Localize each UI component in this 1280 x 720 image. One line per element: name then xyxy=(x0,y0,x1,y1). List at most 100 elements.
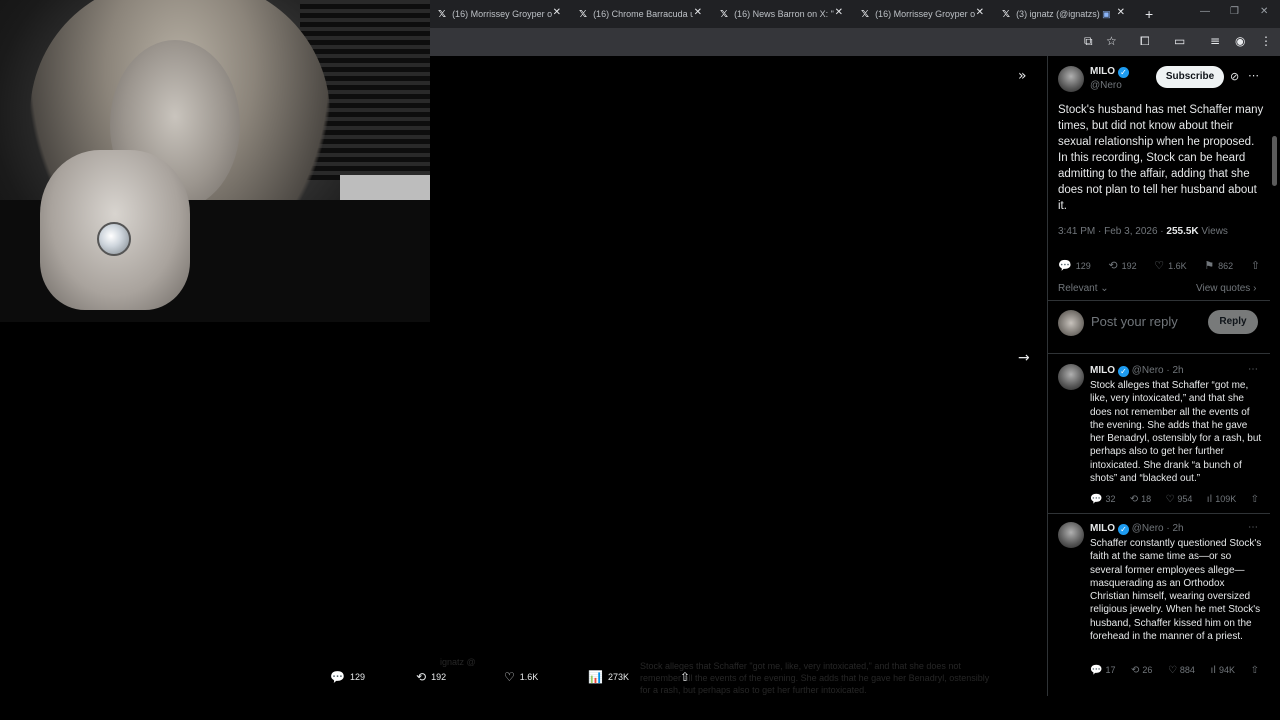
reply-author-name: MILO xyxy=(1090,365,1115,376)
reply-stat[interactable]: 💬 129 xyxy=(1058,259,1091,272)
views-label: Views xyxy=(1198,226,1228,237)
reply-action[interactable]: 💬 129 xyxy=(330,670,416,684)
tab-close-icon[interactable]: ✕ xyxy=(835,7,843,18)
reply-stat[interactable]: 💬 32 xyxy=(1090,494,1115,505)
more-icon[interactable]: ⋯ xyxy=(1248,364,1258,375)
reply-author-name: MILO xyxy=(1090,523,1115,534)
media-controls-icon[interactable]: ≡ xyxy=(1210,34,1220,48)
repost-count: 18 xyxy=(1141,494,1152,504)
browser-tab[interactable]: 𝕏 (16) News Barron on X: "E ✕ xyxy=(712,0,853,28)
author-handle[interactable]: @Nero xyxy=(1090,80,1122,91)
x-logo-icon: 𝕏 xyxy=(579,8,588,20)
bookmark-stat[interactable]: ⚑ 862 xyxy=(1204,259,1233,272)
minimize-icon[interactable]: — xyxy=(1200,6,1210,17)
tweet-side-panel: MILO ✓ @Nero Subscribe ⊘ ⋯ Stock's husban… xyxy=(1047,56,1270,696)
browser-tab[interactable]: 𝕏 (16) Morrissey Groyper on ✕ xyxy=(430,0,571,28)
avatar[interactable] xyxy=(1058,66,1084,92)
share-stat[interactable]: ⇧ xyxy=(1251,259,1264,272)
new-tab-button[interactable]: + xyxy=(1145,6,1153,22)
x-logo-icon: 𝕏 xyxy=(1002,8,1011,20)
repost-count: 192 xyxy=(431,672,447,682)
more-icon[interactable]: ⋯ xyxy=(1248,69,1259,82)
scrollbar[interactable] xyxy=(1270,56,1280,696)
author-name-text: MILO xyxy=(1090,66,1115,77)
reply-button[interactable]: Reply xyxy=(1208,310,1258,334)
maximize-icon[interactable]: ❐ xyxy=(1230,6,1239,17)
reply-icon: 💬 xyxy=(1090,494,1103,505)
user-avatar[interactable] xyxy=(1058,310,1084,336)
browser-tab[interactable]: 𝕏 (16) Chrome Barracuda u ✕ xyxy=(571,0,712,28)
media-viewer[interactable]: » → ignatz @ Stock alleges that Schaffer… xyxy=(430,56,1046,696)
tab-title: (16) News Barron on X: "E xyxy=(734,9,835,19)
collapse-panel-icon[interactable]: » xyxy=(1018,68,1027,84)
share-stat[interactable]: ⇧ xyxy=(1251,494,1262,505)
like-action[interactable]: ♡ 1.6K xyxy=(504,670,588,684)
views-action[interactable]: 📊 273K xyxy=(588,670,680,684)
reply-stat[interactable]: 💬 17 xyxy=(1090,665,1115,676)
scrollbar-thumb[interactable] xyxy=(1272,136,1277,186)
media-playing-icon[interactable]: ▣ xyxy=(1102,9,1111,20)
view-quotes-label: View quotes xyxy=(1196,283,1251,294)
browser-toolbar: ⧉ ☆ ⧠ ▭ ≡ ◉ ⋮ xyxy=(430,28,1280,56)
like-icon: ♡ xyxy=(1154,259,1165,272)
like-icon: ♡ xyxy=(1165,494,1175,505)
repost-count: 192 xyxy=(1121,261,1137,271)
tab-close-icon[interactable]: ✕ xyxy=(553,7,561,18)
cast-icon[interactable]: ▭ xyxy=(1174,34,1185,48)
author-name[interactable]: MILO ✓ xyxy=(1090,66,1129,78)
reply-author[interactable]: MILO ✓ @Nero · 2h xyxy=(1090,523,1184,535)
extensions-icon[interactable]: ⧠ xyxy=(1140,34,1150,49)
reply-meta: @Nero · 2h xyxy=(1131,365,1184,376)
reply-author[interactable]: MILO ✓ @Nero · 2h xyxy=(1090,365,1184,377)
more-icon[interactable]: ⋯ xyxy=(1248,522,1258,533)
view-quotes-link[interactable]: View quotes › xyxy=(1196,283,1256,294)
divider xyxy=(1048,513,1270,514)
like-stat[interactable]: ♡ 884 xyxy=(1168,665,1195,676)
like-stat[interactable]: ♡ 1.6K xyxy=(1154,259,1186,272)
bottom-bar xyxy=(0,696,1280,720)
profile-icon[interactable]: ◉ xyxy=(1235,34,1245,48)
tweet-time[interactable]: 3:41 PM · Feb 3, 2026 · xyxy=(1058,226,1166,237)
avatar[interactable] xyxy=(1058,522,1084,548)
reply-icon: 💬 xyxy=(1058,259,1072,272)
grok-icon[interactable]: ⊘ xyxy=(1230,70,1239,83)
like-count: 884 xyxy=(1179,665,1195,675)
repost-stat[interactable]: ⟲ 18 xyxy=(1130,494,1151,505)
repost-stat[interactable]: ⟲ 192 xyxy=(1108,259,1136,272)
browser-tab[interactable]: 𝕏 (16) Morrissey Groyper on ✕ xyxy=(853,0,994,28)
repost-stat[interactable]: ⟲ 26 xyxy=(1131,665,1152,676)
next-media-icon[interactable]: → xyxy=(1018,350,1030,366)
share-stat[interactable]: ⇧ xyxy=(1251,665,1262,676)
tab-close-icon[interactable]: ✕ xyxy=(694,7,702,18)
repost-icon: ⟲ xyxy=(1131,665,1140,676)
tweet-text: Stock's husband has met Schaffer many ti… xyxy=(1058,104,1264,212)
like-stat[interactable]: ♡ 954 xyxy=(1165,494,1192,505)
reply-icon: 💬 xyxy=(330,670,345,684)
avatar[interactable] xyxy=(1058,364,1084,390)
sort-dropdown[interactable]: Relevant ⌄ xyxy=(1058,283,1109,294)
menu-icon[interactable]: ⋮ xyxy=(1260,34,1272,48)
reply-count: 32 xyxy=(1105,494,1116,504)
window-close-icon[interactable]: ✕ xyxy=(1260,6,1268,17)
install-app-icon[interactable]: ⧉ xyxy=(1084,34,1093,49)
like-count: 1.6K xyxy=(1168,261,1187,271)
share-icon: ⇧ xyxy=(1250,494,1259,505)
subscribe-button[interactable]: Subscribe xyxy=(1156,66,1224,88)
tab-close-icon[interactable]: ✕ xyxy=(1117,7,1125,18)
divider xyxy=(1048,300,1270,301)
tab-title: (3) ignatz (@ignatzs) / xyxy=(1016,9,1101,19)
browser-tab-active[interactable]: 𝕏 (3) ignatz (@ignatzs) / ▣ ✕ xyxy=(994,0,1135,28)
verified-badge-icon: ✓ xyxy=(1118,67,1129,78)
webcam-ring xyxy=(97,222,131,256)
bookmark-star-icon[interactable]: ☆ xyxy=(1106,34,1117,48)
views-stat[interactable]: ıl 94K xyxy=(1210,665,1235,676)
repost-action[interactable]: ⟲ 192 xyxy=(416,670,504,684)
tweet-meta: 3:41 PM · Feb 3, 2026 · 255.5K Views xyxy=(1058,226,1228,237)
tab-title: (16) Morrissey Groyper on xyxy=(875,9,976,19)
share-action[interactable]: ⇧ xyxy=(680,670,695,684)
views-stat[interactable]: ıl 109K xyxy=(1207,494,1237,505)
tab-close-icon[interactable]: ✕ xyxy=(976,7,984,18)
reply-input[interactable]: Post your reply xyxy=(1091,314,1178,329)
views-count: 255.5K xyxy=(1166,226,1199,237)
views-count: 109K xyxy=(1215,494,1237,504)
